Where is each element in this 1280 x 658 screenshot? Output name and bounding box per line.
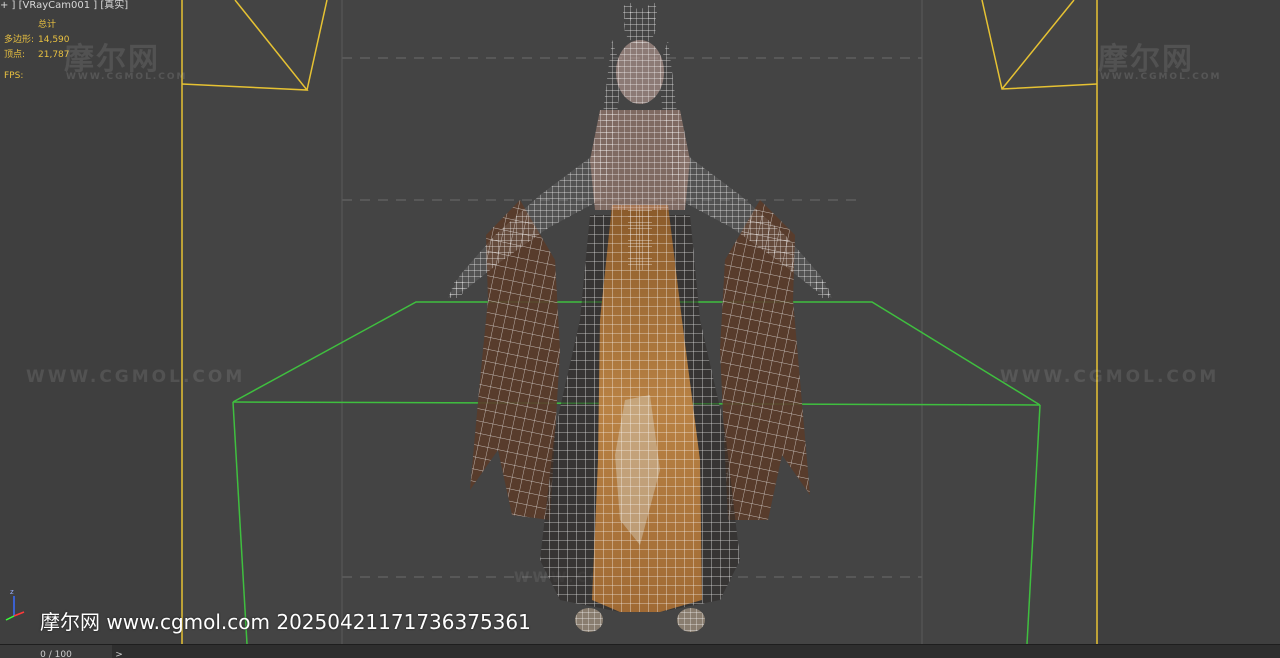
svg-text:WWW.CGMOL.COM: WWW.CGMOL.COM xyxy=(1000,367,1219,387)
axis-gizmo: z xyxy=(5,588,25,621)
stats-vertices: 顶点: 21,787 xyxy=(4,48,70,63)
stats-vertices-label: 顶点: xyxy=(4,50,26,60)
watermark-url-right: WWW.CGMOL.COM xyxy=(1100,72,1222,82)
character-model xyxy=(448,2,832,632)
stats-polygons: 多边形: 14,590 xyxy=(4,33,70,48)
viewport-label[interactable]: + ] [VRayCam001 ] [真实] xyxy=(0,0,128,11)
watermark-caption: 摩尔网 www.cgmol.com 20250421171736375361 xyxy=(40,610,531,634)
stats-fps-label: FPS: xyxy=(4,71,24,81)
scene-render: WWW.CGMOL.COM WWW.CGMOL.COM WWW.CGMOL.CO… xyxy=(5,0,1219,644)
time-slider-next-button[interactable]: > xyxy=(112,645,126,658)
stats-fps: FPS: xyxy=(4,69,70,84)
time-slider[interactable]: 0 / 100 > xyxy=(0,644,1280,658)
time-slider-frame[interactable]: 0 / 100 xyxy=(0,645,112,658)
watermark-url-left: WWW.CGMOL.COM xyxy=(66,72,188,82)
stats-polygons-label: 多边形: xyxy=(4,35,35,45)
3d-viewport[interactable]: WWW.CGMOL.COM WWW.CGMOL.COM WWW.CGMOL.CO… xyxy=(0,0,1280,658)
stats-header: 总计 xyxy=(38,20,57,30)
svg-text:z: z xyxy=(10,588,14,596)
viewport-statistics: 总计 多边形: 14,590 顶点: 21,787 FPS: xyxy=(4,18,70,84)
svg-text:WWW.CGMOL.COM: WWW.CGMOL.COM xyxy=(26,367,245,387)
